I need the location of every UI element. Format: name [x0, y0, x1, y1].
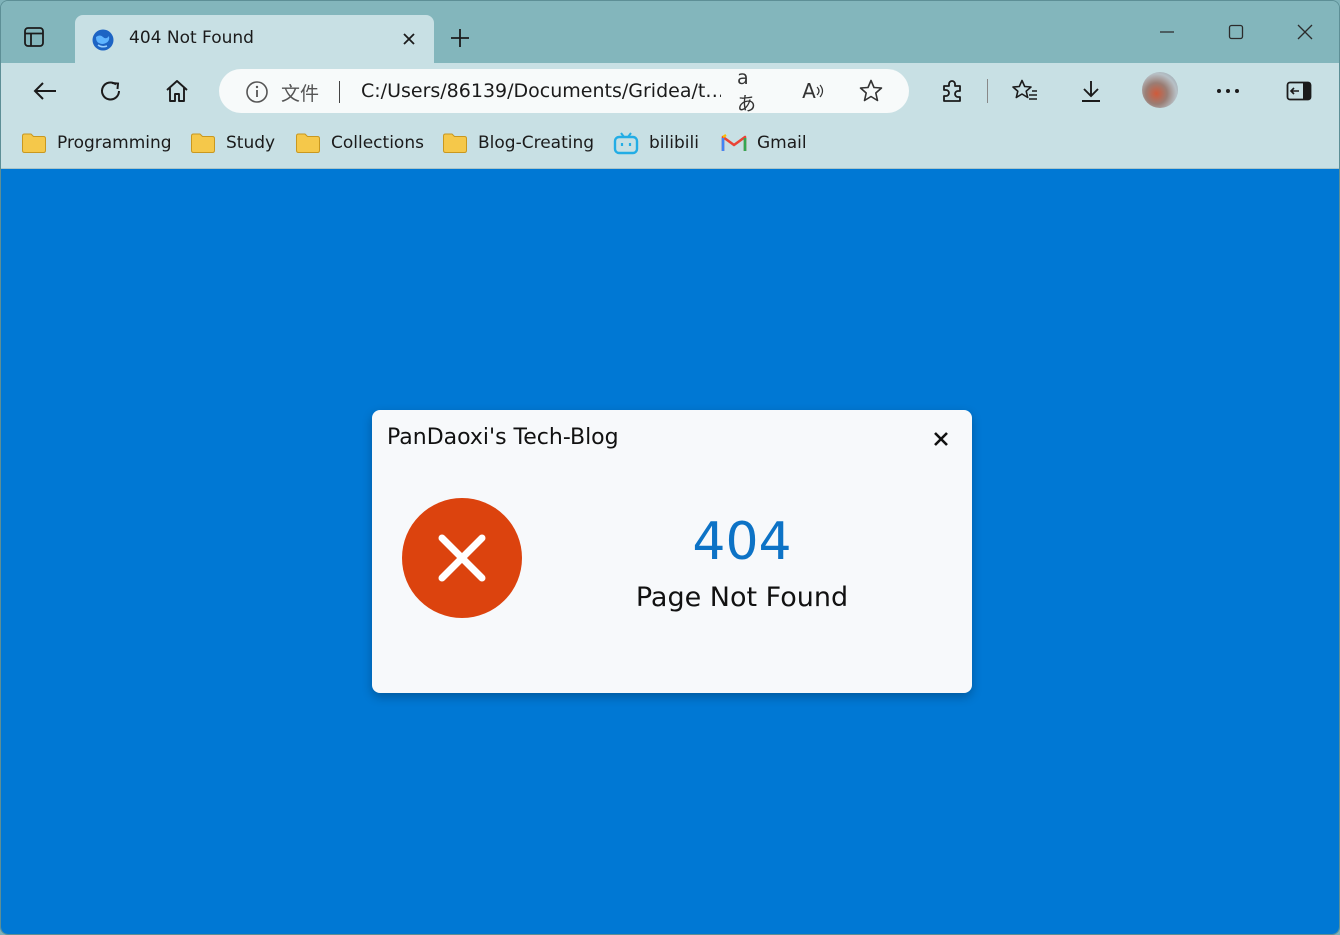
address-separator	[339, 81, 340, 103]
dialog-title: PanDaoxi's Tech-Blog	[387, 425, 619, 450]
new-tab-icon[interactable]	[447, 25, 473, 51]
window-close-icon[interactable]	[1290, 19, 1320, 45]
downloads-icon[interactable]	[1074, 74, 1108, 108]
edge-globe-icon	[91, 28, 115, 52]
bookmark-label: Collections	[331, 133, 424, 153]
info-icon[interactable]	[245, 80, 269, 104]
bookmark-label: bilibili	[649, 133, 699, 153]
favorite-star-icon[interactable]	[857, 77, 885, 105]
bookmark-label: Blog-Creating	[478, 133, 595, 153]
profile-avatar[interactable]	[1142, 72, 1178, 108]
url-text[interactable]: C:/Users/86139/Documents/Gridea/t…	[361, 80, 721, 102]
translate-icon[interactable]: aあ	[737, 67, 765, 115]
tab-active[interactable]: 404 Not Found	[75, 15, 434, 63]
error-message: Page Not Found	[635, 582, 849, 613]
tab-actions-icon[interactable]	[23, 26, 45, 48]
bookmark-blog-creating[interactable]: Blog-Creating	[442, 129, 594, 157]
sidebar-toggle-icon[interactable]	[1282, 74, 1316, 108]
close-tab-icon[interactable]	[398, 28, 420, 50]
error-x-icon	[402, 498, 522, 618]
browser-window: 404 Not Found 文件 C:/Users/86139/Document…	[0, 0, 1340, 935]
browser-toolbar: 文件 C:/Users/86139/Documents/Gridea/t… aあ…	[1, 63, 1339, 119]
folder-icon	[295, 132, 321, 154]
refresh-icon[interactable]	[94, 74, 128, 108]
bookmarks-bar: Programming Study Collections Blog-Creat…	[1, 119, 1339, 169]
read-aloud-icon[interactable]: A	[799, 77, 827, 105]
folder-icon	[442, 132, 468, 154]
gmail-icon	[721, 132, 747, 154]
minimize-icon[interactable]	[1152, 19, 1182, 45]
bookmark-label: Gmail	[757, 133, 807, 153]
tab-title: 404 Not Found	[129, 28, 254, 48]
dialog-close-icon[interactable]	[929, 427, 953, 451]
error-code: 404	[692, 512, 792, 572]
bookmark-gmail[interactable]: Gmail	[721, 129, 807, 157]
bookmark-study[interactable]: Study	[190, 129, 275, 157]
bookmark-label: Programming	[57, 133, 172, 153]
scheme-label: 文件	[281, 83, 320, 105]
page-content: PanDaoxi's Tech-Blog 404 Page Not Found	[1, 169, 1339, 934]
extensions-icon[interactable]	[935, 74, 969, 108]
read-aloud-glyph: A	[802, 79, 816, 103]
bilibili-icon	[613, 132, 639, 155]
toolbar-divider	[987, 79, 988, 103]
folder-icon	[190, 132, 216, 154]
home-icon[interactable]	[160, 74, 194, 108]
bookmark-bilibili[interactable]: bilibili	[613, 129, 699, 157]
folder-icon	[21, 132, 47, 154]
tab-strip: 404 Not Found	[1, 1, 1339, 63]
bookmark-collections[interactable]: Collections	[295, 129, 424, 157]
maximize-icon[interactable]	[1221, 19, 1251, 45]
back-arrow-icon[interactable]	[28, 74, 62, 108]
address-bar[interactable]: 文件 C:/Users/86139/Documents/Gridea/t… aあ…	[219, 67, 909, 115]
favorites-icon[interactable]	[1008, 74, 1042, 108]
error-dialog: PanDaoxi's Tech-Blog 404 Page Not Found	[372, 410, 972, 693]
more-menu-icon[interactable]	[1211, 74, 1245, 108]
bookmark-programming[interactable]: Programming	[21, 129, 172, 157]
bookmark-label: Study	[226, 133, 276, 153]
